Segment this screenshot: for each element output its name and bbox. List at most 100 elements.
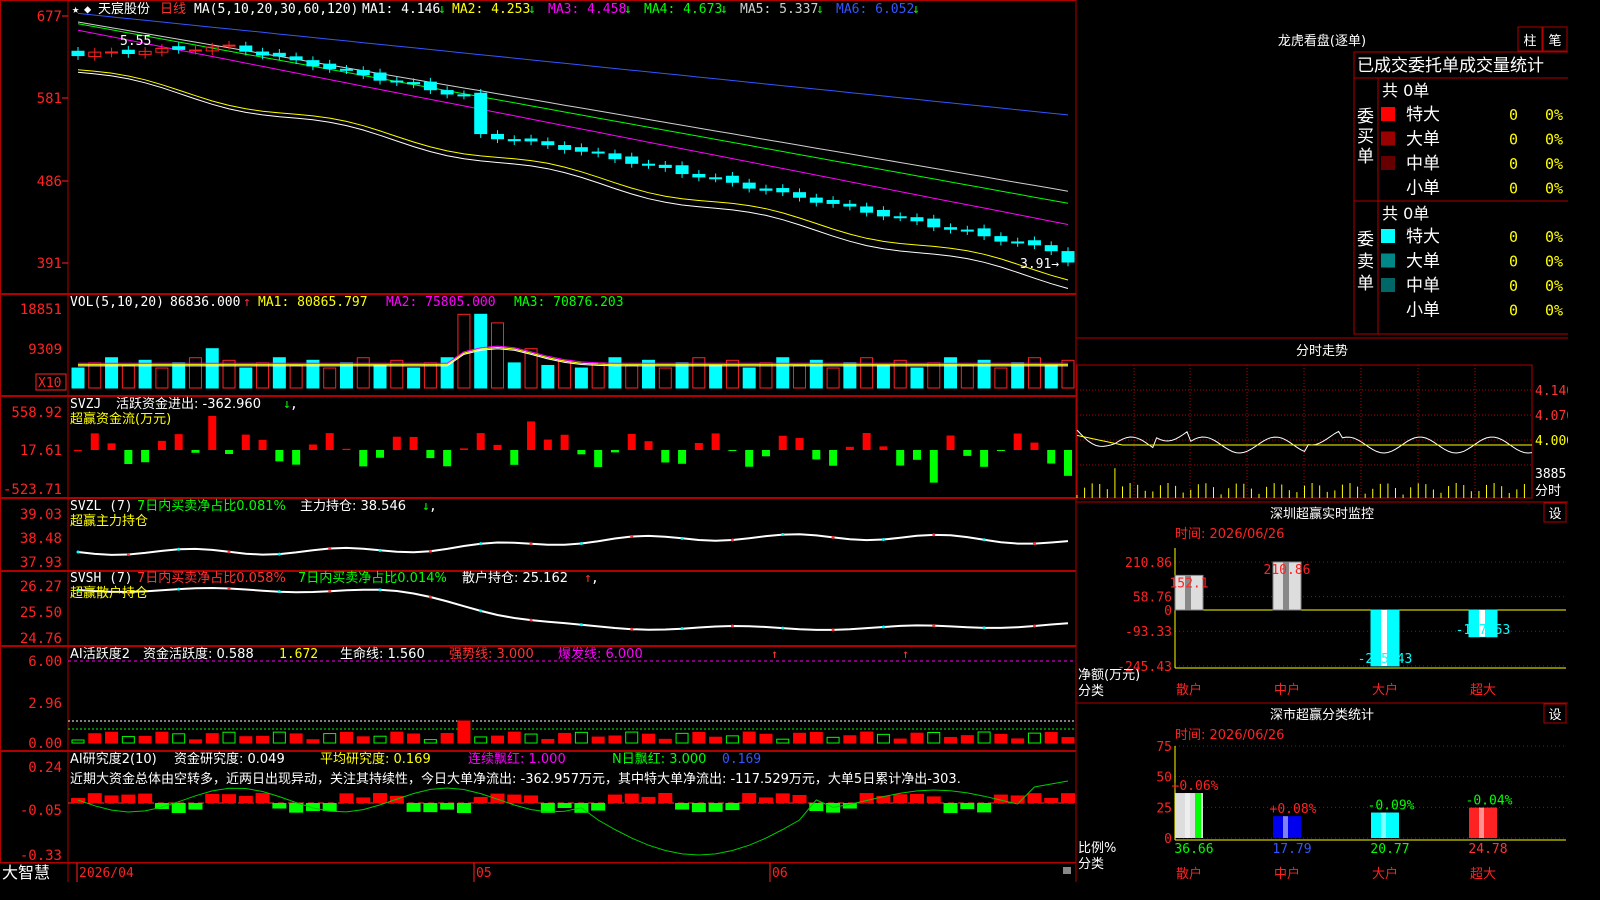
flow-bar	[241, 434, 250, 450]
flow-bar	[1064, 450, 1072, 476]
activity-bar	[188, 739, 202, 744]
flow-bar	[1013, 433, 1022, 450]
candle-body	[1044, 245, 1058, 252]
svzl-line-dot	[932, 533, 936, 537]
ma2-value: MA2: 4.253	[452, 2, 530, 17]
high-price-label: 5.55	[120, 34, 151, 49]
volume-bar	[759, 362, 773, 389]
activity-bar	[490, 735, 504, 744]
activity-bar	[1011, 738, 1025, 744]
volume-bar	[272, 357, 286, 389]
flow-bar	[728, 450, 737, 451]
volume-bar	[591, 362, 605, 389]
candle-body	[407, 82, 421, 85]
svsh-ratio-2: 7日内买卖净占比0.014%	[298, 570, 447, 586]
flag-icon: ◆	[84, 2, 92, 16]
candle-body	[725, 175, 739, 183]
candle-body	[172, 46, 186, 50]
price-tick: 391	[37, 256, 62, 272]
svsh-label: SVSH (7)	[70, 571, 133, 586]
flow-bar	[1030, 442, 1039, 450]
research-bar	[809, 803, 824, 812]
research-bar	[708, 803, 723, 812]
candle-body	[642, 163, 656, 166]
buy-row-name: 小单	[1406, 179, 1440, 199]
buy-row-name: 特大	[1406, 105, 1440, 125]
low-price-label: 3.91→	[1020, 257, 1059, 272]
svzl-ratio: 7日内买卖净占比0.081%	[137, 498, 286, 514]
research-bar	[255, 793, 270, 803]
sz-monitor-settings-label: 设	[1548, 507, 1561, 522]
flow-bar	[426, 450, 435, 459]
flow-bar	[896, 450, 905, 466]
intraday-tick: 4.140	[1535, 384, 1568, 399]
buy-row-pct: 0%	[1545, 106, 1563, 124]
buy-color-swatch	[1381, 107, 1395, 121]
svzl-line-dot	[982, 538, 986, 542]
flow-bar	[107, 443, 116, 450]
sz-stats-category: 超大	[1470, 867, 1496, 882]
flow-bar	[912, 450, 921, 460]
flow-bar	[191, 450, 200, 453]
flow-bar	[560, 434, 569, 450]
ma-line-6	[77, 12, 1069, 116]
volume-bar	[541, 364, 555, 389]
price-tick: 581	[37, 91, 62, 107]
activity-bar	[843, 735, 857, 744]
intraday-tick: 4.000	[1535, 434, 1568, 449]
research-bar	[742, 793, 757, 803]
research-bar	[406, 803, 421, 812]
flow-bar	[862, 433, 871, 450]
sz-monitor-category: 超大	[1470, 683, 1496, 698]
sz-monitor-title: 深圳超赢实时监控	[1270, 506, 1374, 522]
research-bar	[624, 793, 639, 803]
sz-stats-settings-label: 设	[1548, 708, 1561, 723]
activity-bar	[507, 731, 521, 744]
date-label: 06	[772, 866, 788, 881]
ma-line-3	[77, 29, 1069, 225]
svzj-label: SVZJ	[70, 397, 101, 412]
candle-body	[306, 60, 320, 67]
sell-row-qty: 0	[1509, 277, 1518, 295]
intraday-title: 分时走势	[1296, 343, 1348, 359]
research-bar	[960, 803, 975, 810]
sz-stats-bar-shade	[1479, 807, 1484, 838]
ai2-n-days-red: N日飘红: 3.000	[612, 751, 706, 767]
flow-bar	[476, 433, 485, 450]
svzl-sub: 超赢主力持仓	[70, 513, 148, 529]
volume-bar	[289, 364, 303, 389]
activity-bar	[658, 738, 672, 744]
volume-bar	[339, 362, 353, 389]
activity-bar	[944, 736, 958, 744]
activity-bar	[927, 731, 941, 744]
activity-bar	[172, 733, 186, 744]
svsh-tick: 24.76	[20, 631, 62, 647]
favorite-star-icon[interactable]: ★	[72, 2, 79, 16]
vol-value: 86836.000	[170, 295, 240, 310]
ma6-value: MA6: 6.052	[836, 2, 914, 17]
activity-bar	[1061, 737, 1075, 744]
activity-bar	[860, 731, 874, 744]
flow-bar	[90, 433, 99, 450]
candle-body	[625, 156, 639, 164]
ai1-tick: 0.00	[28, 736, 62, 752]
flow-bar	[610, 450, 619, 453]
activity-bar	[642, 733, 656, 744]
candle-body	[356, 70, 370, 76]
research-bar	[524, 795, 539, 803]
activity-bar	[256, 735, 270, 744]
sz-stats-category: 散户	[1176, 866, 1202, 882]
period-label[interactable]: 日线	[160, 2, 186, 17]
vol-tick: 18851	[20, 302, 62, 318]
research-bar	[691, 803, 706, 813]
sell-row-pct: 0%	[1545, 253, 1563, 271]
research-bar	[893, 794, 908, 803]
svzj-tick: 558.92	[11, 405, 62, 421]
vol-arrow: ↑	[243, 295, 251, 310]
ai1-label: AI活跃度2	[70, 646, 130, 662]
lock-icon[interactable]	[1063, 867, 1071, 874]
sell-side-label: 委	[1357, 230, 1374, 250]
flow-bar	[879, 446, 888, 450]
svzl-tick: 39.03	[20, 507, 62, 523]
volume-bar	[574, 367, 588, 389]
